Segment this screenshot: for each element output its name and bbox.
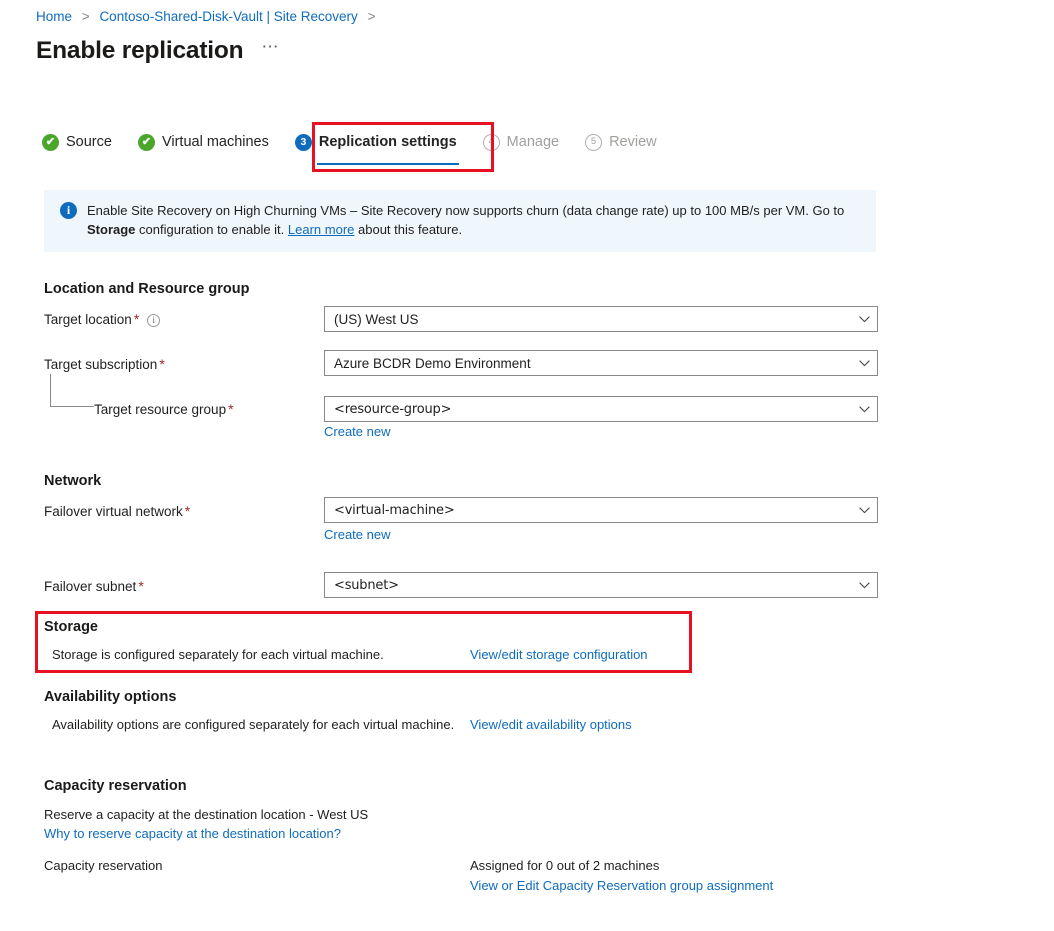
required-asterisk: * xyxy=(228,401,233,417)
target-subscription-dropdown[interactable]: Azure BCDR Demo Environment xyxy=(324,350,878,376)
wizard-step-replication-settings[interactable]: 3 Replication settings xyxy=(293,128,459,156)
required-asterisk: * xyxy=(134,311,139,327)
wizard-step-label: Virtual machines xyxy=(162,134,269,150)
breadcrumb: Home > Contoso-Shared-Disk-Vault | Site … xyxy=(36,8,381,26)
section-heading-capacity-reservation: Capacity reservation xyxy=(44,778,187,794)
info-icon: i xyxy=(60,202,77,219)
failover-virtual-network-value: <virtual-machine> xyxy=(334,503,853,518)
required-asterisk: * xyxy=(185,503,190,519)
capacity-assigned-status: Assigned for 0 out of 2 machines xyxy=(470,856,659,875)
page-header: Enable replication ⋯ xyxy=(36,36,279,66)
wizard-step-virtual-machines[interactable]: ✔ Virtual machines xyxy=(136,128,271,156)
target-location-value: (US) West US xyxy=(334,312,853,327)
target-location-dropdown[interactable]: (US) West US xyxy=(324,306,878,332)
section-heading-storage: Storage xyxy=(44,619,98,635)
label-failover-subnet: Failover subnet* xyxy=(44,578,144,594)
target-resource-group-dropdown[interactable]: <resource-group> xyxy=(324,396,878,422)
info-banner-text-before: Enable Site Recovery on High Churning VM… xyxy=(87,203,844,218)
step-number-badge: 3 xyxy=(295,134,312,151)
view-edit-availability-options-link[interactable]: View/edit availability options xyxy=(470,715,632,734)
breadcrumb-item-vault[interactable]: Contoso-Shared-Disk-Vault | Site Recover… xyxy=(99,9,357,24)
create-new-resource-group-link[interactable]: Create new xyxy=(324,424,390,439)
label-failover-subnet-text: Failover subnet xyxy=(44,579,136,594)
tree-connector-line xyxy=(50,374,94,407)
wizard-step-review[interactable]: 5 Review xyxy=(583,128,659,156)
chevron-down-icon xyxy=(853,507,875,514)
wizard-step-label: Replication settings xyxy=(319,134,457,150)
breadcrumb-separator-2: > xyxy=(368,9,376,24)
check-icon: ✔ xyxy=(42,134,59,151)
storage-description: Storage is configured separately for eac… xyxy=(52,645,384,664)
section-heading-availability-options: Availability options xyxy=(44,689,176,705)
breadcrumb-separator: > xyxy=(82,9,90,24)
required-asterisk: * xyxy=(138,578,143,594)
label-target-resource-group: Target resource group* xyxy=(94,401,234,417)
breadcrumb-item-home[interactable]: Home xyxy=(36,9,72,24)
target-subscription-value: Azure BCDR Demo Environment xyxy=(334,356,853,371)
label-target-subscription: Target subscription* xyxy=(44,356,165,372)
label-target-location-text: Target location xyxy=(44,312,132,327)
label-target-location: Target location* i xyxy=(44,311,160,327)
info-banner-text: Enable Site Recovery on High Churning VM… xyxy=(87,201,862,252)
failover-subnet-value: <subnet> xyxy=(334,578,853,593)
learn-more-link[interactable]: Learn more xyxy=(288,222,354,237)
section-heading-location-and-resource-group: Location and Resource group xyxy=(44,281,249,297)
label-failover-virtual-network-text: Failover virtual network xyxy=(44,504,183,519)
view-edit-capacity-reservation-group-link[interactable]: View or Edit Capacity Reservation group … xyxy=(470,876,773,895)
step-number-badge: 4 xyxy=(483,134,500,151)
capacity-description: Reserve a capacity at the destination lo… xyxy=(44,805,368,824)
step-number-badge: 5 xyxy=(585,134,602,151)
chevron-down-icon xyxy=(853,406,875,413)
label-target-resource-group-text: Target resource group xyxy=(94,402,226,417)
why-reserve-capacity-link[interactable]: Why to reserve capacity at the destinati… xyxy=(44,824,341,843)
check-icon: ✔ xyxy=(138,134,155,151)
label-failover-virtual-network: Failover virtual network* xyxy=(44,503,190,519)
info-banner: i Enable Site Recovery on High Churning … xyxy=(44,190,876,252)
chevron-down-icon xyxy=(853,360,875,367)
required-asterisk: * xyxy=(159,356,164,372)
section-heading-network: Network xyxy=(44,473,101,489)
wizard-step-label: Source xyxy=(66,134,112,150)
failover-virtual-network-dropdown[interactable]: <virtual-machine> xyxy=(324,497,878,523)
wizard-step-label: Manage xyxy=(507,134,559,150)
capacity-reservation-row-label: Capacity reservation xyxy=(44,856,163,875)
page-title: Enable replication xyxy=(36,36,243,66)
availability-description: Availability options are configured sepa… xyxy=(52,715,462,734)
chevron-down-icon xyxy=(853,582,875,589)
target-resource-group-value: <resource-group> xyxy=(334,402,853,417)
info-banner-text-middle: configuration to enable it. xyxy=(135,222,288,237)
wizard-step-nav: ✔ Source ✔ Virtual machines 3 Replicatio… xyxy=(40,128,681,168)
wizard-step-manage[interactable]: 4 Manage xyxy=(481,128,561,156)
info-banner-text-after: about this feature. xyxy=(354,222,462,237)
wizard-step-source[interactable]: ✔ Source xyxy=(40,128,114,156)
info-circle-icon[interactable]: i xyxy=(147,314,160,327)
chevron-down-icon xyxy=(853,316,875,323)
failover-subnet-dropdown[interactable]: <subnet> xyxy=(324,572,878,598)
view-edit-storage-configuration-link[interactable]: View/edit storage configuration xyxy=(470,645,648,664)
more-options-button[interactable]: ⋯ xyxy=(261,40,279,62)
create-new-virtual-network-link[interactable]: Create new xyxy=(324,527,390,542)
info-banner-bold-storage: Storage xyxy=(87,222,135,237)
wizard-step-label: Review xyxy=(609,134,657,150)
label-target-subscription-text: Target subscription xyxy=(44,357,157,372)
